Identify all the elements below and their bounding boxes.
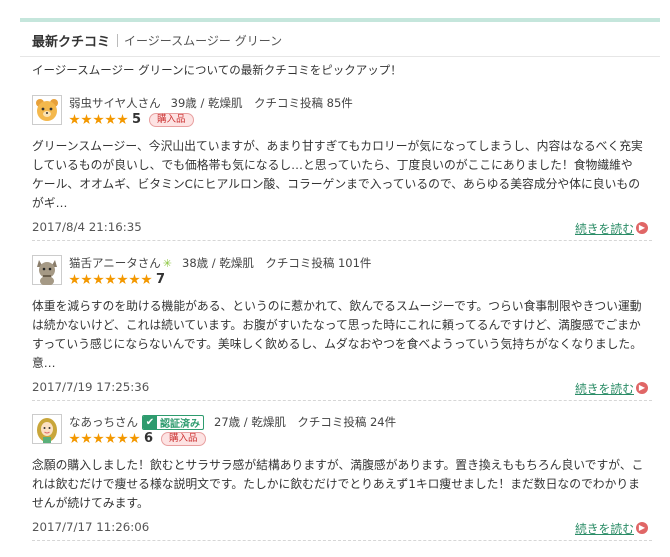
review-body: 念願の購入しました！飲むとサラサラ感が結構ありますが、満腹感があります。置き換え…	[32, 458, 644, 510]
review-divider	[32, 240, 652, 241]
top-accent-bar	[20, 18, 660, 22]
review-body: グリーンスムージー、今沢山出ていますが、あまり甘すぎてもカロリーが気になってしま…	[32, 139, 643, 210]
cat-avatar-icon[interactable]	[32, 255, 62, 285]
review-body: 体重を減らすのを助ける機能がある、というのに惹かれて、飲んでるスムージーです。つ…	[32, 299, 643, 370]
review-date: 2017/7/17 11:26:06	[32, 520, 150, 534]
verified-badge: ✔ 認証済み	[142, 414, 204, 430]
rating-score: 6	[144, 431, 154, 446]
review-divider	[32, 540, 652, 541]
star-icon	[81, 433, 92, 444]
star-icon	[129, 433, 140, 444]
star-icon	[141, 274, 152, 285]
star-icon	[105, 433, 116, 444]
leaf-icon: ✳	[162, 256, 172, 270]
star-icon	[129, 274, 140, 285]
product-name: イージースムージー グリーン	[124, 33, 283, 48]
star-icon	[93, 274, 104, 285]
rating-score: 5	[132, 112, 142, 127]
arrow-right-icon[interactable]: ▶	[636, 222, 648, 234]
star-icon	[117, 433, 128, 444]
intro-text: イージースムージー グリーンについての最新クチコミをピックアップ！	[32, 63, 402, 77]
rating: 7	[69, 272, 165, 287]
star-icon	[69, 433, 80, 444]
arrow-right-icon[interactable]: ▶	[636, 382, 648, 394]
rating: 5 購入品	[69, 112, 194, 127]
review-item: 猫舌アニータさん ✳ 38歳 / 乾燥肌 クチコミ投稿 101件 7 体重を減ら…	[32, 255, 652, 401]
star-icon	[69, 114, 80, 125]
rating-score: 7	[156, 272, 166, 287]
star-icon	[81, 274, 92, 285]
purchased-badge: 購入品	[149, 112, 194, 127]
header-divider-line	[20, 56, 660, 57]
reviewer-meta: 39歳 / 乾燥肌 クチコミ投稿 85件	[170, 96, 353, 110]
arrow-right-icon[interactable]: ▶	[636, 522, 648, 534]
star-rating	[69, 274, 153, 285]
reviewer-name[interactable]: 弱虫サイヤ人さん	[69, 95, 161, 111]
girl-avatar-icon[interactable]	[32, 414, 62, 444]
section-header: 最新クチコミ イージースムージー グリーン	[32, 30, 282, 50]
reviewer-name[interactable]: なあっちさん	[69, 414, 138, 430]
star-rating	[69, 114, 129, 125]
review-divider	[32, 400, 652, 401]
header-divider	[117, 33, 119, 47]
read-more-link[interactable]: 続きを読む	[575, 520, 634, 537]
review-item: なあっちさん ✔ 認証済み 27歳 / 乾燥肌 クチコミ投稿 24件 6 購入品…	[32, 414, 652, 541]
star-icon	[69, 274, 80, 285]
reviewer-name[interactable]: 猫舌アニータさん	[69, 255, 161, 271]
reviewer-meta: 38歳 / 乾燥肌 クチコミ投稿 101件	[182, 256, 372, 270]
review-date: 2017/8/4 21:16:35	[32, 220, 142, 234]
star-icon	[93, 433, 104, 444]
star-icon	[105, 274, 116, 285]
purchased-badge: 購入品	[161, 431, 206, 446]
check-icon: ✔	[143, 415, 157, 429]
star-icon	[81, 114, 92, 125]
star-icon	[105, 114, 116, 125]
star-rating	[69, 433, 141, 444]
verified-label: 認証済み	[160, 418, 200, 430]
rating: 6 購入品	[69, 431, 206, 446]
star-icon	[117, 114, 128, 125]
reviewer-meta: 27歳 / 乾燥肌 クチコミ投稿 24件	[214, 415, 397, 429]
star-icon	[93, 114, 104, 125]
star-icon	[117, 274, 128, 285]
section-title: 最新クチコミ	[32, 34, 111, 50]
review-date: 2017/7/19 17:25:36	[32, 380, 150, 394]
read-more-link[interactable]: 続きを読む	[575, 380, 634, 397]
bear-avatar-icon[interactable]	[32, 95, 62, 125]
read-more-link[interactable]: 続きを読む	[575, 220, 634, 237]
review-item: 弱虫サイヤ人さん 39歳 / 乾燥肌 クチコミ投稿 85件 5 購入品 グリーン…	[32, 95, 652, 241]
